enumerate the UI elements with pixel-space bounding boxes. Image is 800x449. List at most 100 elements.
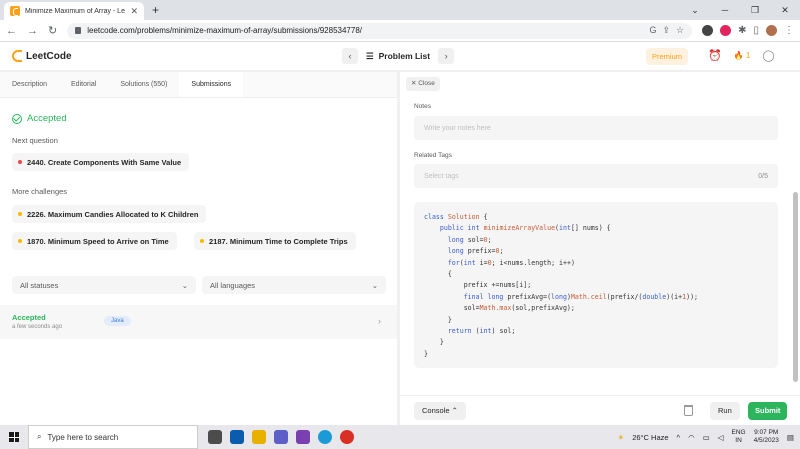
tags-select[interactable]: Select tags 0/5 [414,164,778,188]
close-button[interactable]: ✕ Close [406,77,440,91]
windows-taskbar: ⌕ Type here to search ☀ 26°C Haze ^ ◠ ▭ … [0,425,800,449]
share-icon[interactable]: ⇪ [662,25,670,36]
address-bar[interactable]: leetcode.com/problems/minimize-maximum-o… [67,22,693,39]
tab-description[interactable]: Description [0,72,59,97]
difficulty-hard-dot-icon [18,160,22,164]
close-tab-icon[interactable]: ✕ [130,6,138,17]
chevron-down-icon[interactable]: ⌄ [680,0,710,20]
edge-icon[interactable] [318,430,332,444]
submission-row[interactable]: Accepted a few seconds ago Java › [0,305,397,339]
related-tags-label: Related Tags [414,152,452,159]
difficulty-medium-dot-icon [18,212,22,216]
language-badge: Java [104,316,131,326]
extension-2-icon[interactable] [720,25,732,36]
notes-placeholder: Write your notes here [424,124,491,132]
next-question-title: 2440. Create Components With Same Value [27,157,182,167]
battery-icon[interactable]: ▭ [703,433,710,442]
star-icon[interactable]: ☆ [676,25,684,36]
weather-text[interactable]: 26°C Haze [632,433,668,442]
file-explorer-icon[interactable] [252,430,266,444]
windows-start-icon[interactable] [0,425,28,449]
console-label: Console [422,406,450,415]
leetcode-logo[interactable]: LeetCode [12,50,72,62]
close-label: Close [418,80,435,87]
task-view-icon[interactable] [208,430,222,444]
extension-icon[interactable] [702,25,714,36]
run-button[interactable]: Run [710,402,740,420]
date-text: 4/5/2023 [753,437,779,444]
challenge-link[interactable]: 1870. Minimum Speed to Arrive on Time [12,232,177,250]
submit-button[interactable]: Submit [748,402,788,420]
mail-icon[interactable] [230,430,244,444]
submission-time: a few seconds ago [12,324,63,330]
result-status-text: Accepted [27,113,67,124]
challenge-link[interactable]: 2187. Minimum Time to Complete Trips [194,232,356,250]
more-challenges-label: More challenges [12,187,68,196]
scrollbar[interactable] [793,192,798,382]
google-icon[interactable]: G [649,25,656,36]
weather-icon: ☀ [617,432,625,442]
problem-list-button[interactable]: ☰ Problem List [366,51,430,62]
tray-chevron-up-icon[interactable]: ^ [677,433,681,442]
app-icon[interactable] [274,430,288,444]
browser-tab[interactable]: Minimize Maximum of Array - LeetCode ✕ [4,2,144,20]
next-problem-button[interactable]: › [438,48,455,64]
chevron-down-icon: ⌄ [371,280,378,290]
restore-icon[interactable]: ❐ [740,0,770,20]
console-button[interactable]: Console ⌃ [414,402,466,420]
profile-avatar[interactable] [766,25,777,36]
user-avatar-icon[interactable]: ◯ [762,49,774,62]
code-view: class Solution { public int minimizeArra… [414,202,778,368]
taskbar-search-placeholder: Type here to search [47,432,119,442]
prev-problem-button[interactable]: ‹ [342,48,358,64]
clock[interactable]: 9:07 PM 4/5/2023 [754,429,779,445]
result-status: Accepted [12,113,67,124]
lang-text: ENG [731,429,746,436]
status-filter-value: All statuses [20,280,59,290]
sidepanel-icon[interactable]: ▯ [753,25,759,36]
browser-toolbar: ← → ↻ leetcode.com/problems/minimize-max… [0,20,800,42]
challenge-link[interactable]: 2226. Maximum Candies Allocated to K Chi… [12,205,207,223]
new-tab-icon[interactable]: + [152,3,159,17]
right-panel: ✕ Close Notes Write your notes here Rela… [400,72,800,425]
time-text: 9:07 PM [754,429,779,436]
next-question-link[interactable]: 2440. Create Components With Same Value [12,153,190,171]
forward-icon[interactable]: → [27,25,38,37]
minimize-icon[interactable]: ─ [710,0,740,20]
search-icon: ⌕ [37,432,42,441]
notes-input[interactable]: Write your notes here [414,116,778,140]
alarm-clock-icon[interactable]: ⏰ [708,49,722,62]
premium-button[interactable]: Premium [646,48,688,65]
back-icon[interactable]: ← [6,25,17,37]
close-window-icon[interactable]: ✕ [770,0,800,20]
tab-solutions[interactable]: Solutions (550) [108,72,179,97]
url-text: leetcode.com/problems/minimize-maximum-o… [87,26,362,35]
notes-label: Notes [414,103,431,110]
tags-placeholder: Select tags [424,172,459,180]
wifi-icon[interactable]: ◠ [688,433,695,442]
puzzle-icon[interactable]: ✱ [738,25,746,36]
taskbar-search[interactable]: ⌕ Type here to search [28,425,198,449]
status-filter-select[interactable]: All statuses ⌄ [12,276,196,294]
menu-dots-icon[interactable]: ⋮ [784,25,794,36]
language-indicator[interactable]: ENG IN [732,429,746,445]
trash-icon[interactable] [684,405,693,416]
streak-counter[interactable]: 🔥 1 [734,51,751,60]
challenge-title: 2226. Maximum Candies Allocated to K Chi… [27,209,199,219]
notification-icon[interactable]: ▤ [787,433,794,442]
left-panel: Description Editorial Solutions (550) Su… [0,72,397,425]
problem-list-label: Problem List [378,51,431,61]
tab-submissions[interactable]: Submissions [179,72,244,97]
tab-editorial[interactable]: Editorial [59,72,108,97]
volume-icon[interactable]: ◁ [718,433,724,442]
difficulty-medium-dot-icon [18,239,22,243]
language-filter-select[interactable]: All languages ⌄ [202,276,386,294]
next-question-label: Next question [12,136,58,145]
chevron-down-icon: ⌄ [181,280,188,290]
leetcode-logo-icon [12,50,22,62]
reload-icon[interactable]: ↻ [48,24,57,37]
app-2-icon[interactable] [296,430,310,444]
chrome-icon[interactable] [340,430,354,444]
leetcode-favicon-icon [10,6,20,16]
window-controls: ⌄ ─ ❐ ✕ [680,0,800,20]
